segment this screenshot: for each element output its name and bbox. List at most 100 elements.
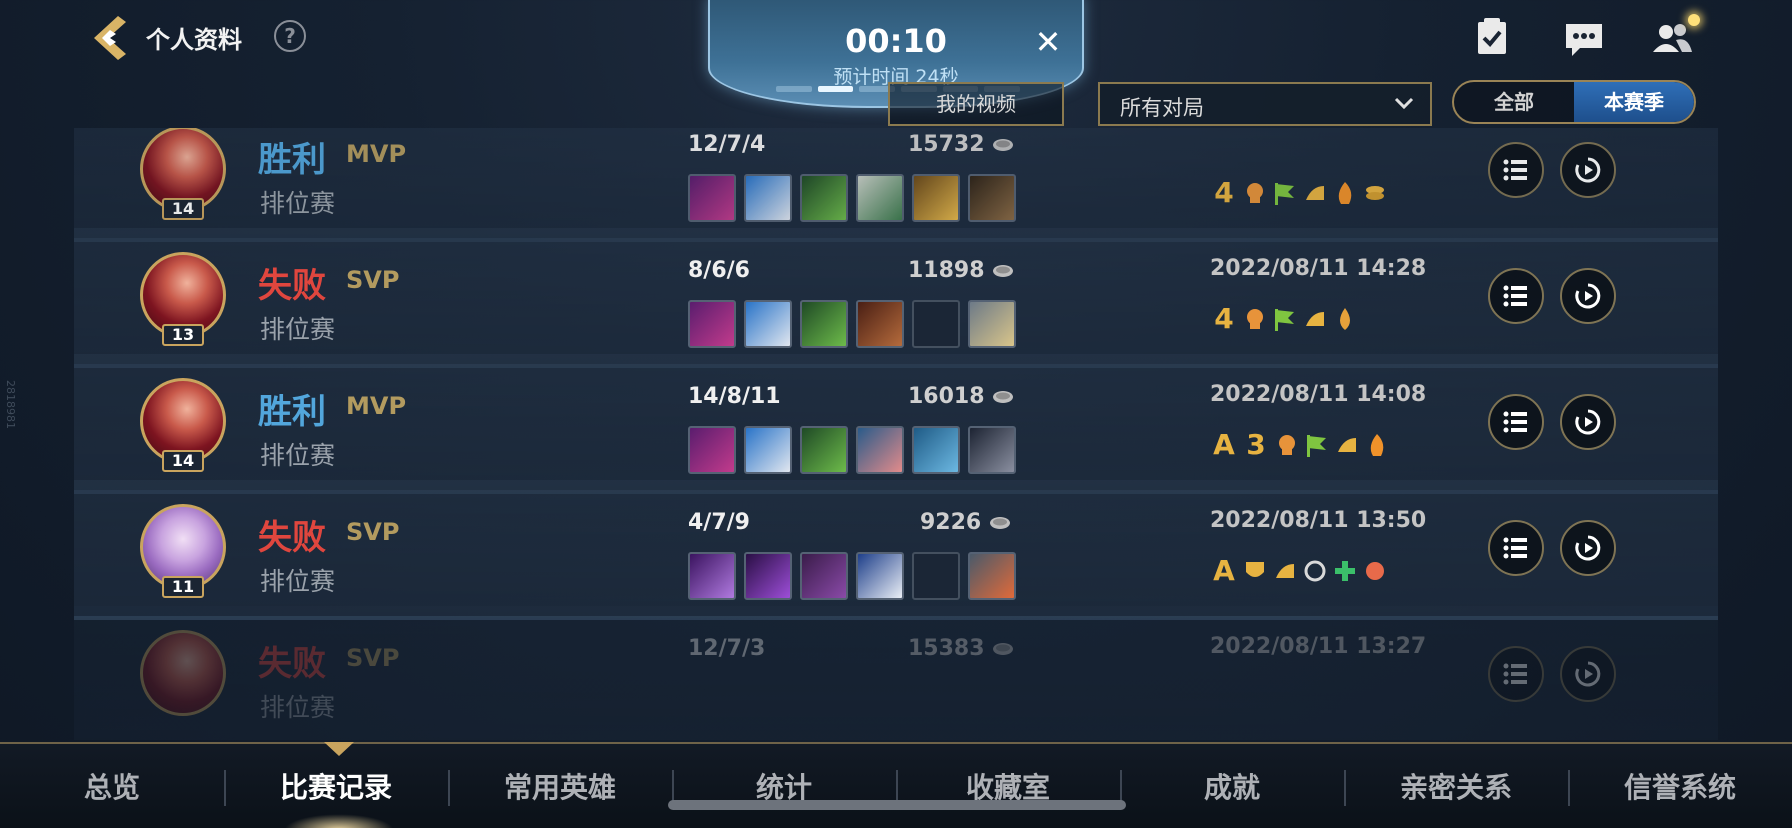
replay-button[interactable] xyxy=(1560,268,1616,324)
cancel-match-button[interactable]: ✕ xyxy=(1030,24,1066,60)
home-indicator[interactable] xyxy=(668,800,1126,810)
match-row[interactable]: 11 失败 SVP 排位赛 4/7/9 9226 2022/08/11 13:50 A xyxy=(74,480,1718,620)
gold-earned: 15732 xyxy=(908,132,1014,157)
match-result: 失败 xyxy=(258,518,326,558)
match-detail-button[interactable] xyxy=(1488,268,1544,324)
match-list: 14 胜利 MVP 排位赛 12/7/4 15732 4 13 失败 SVP 排位赛 8/6/6 11… xyxy=(0,128,1792,740)
replay-button[interactable] xyxy=(1560,520,1616,576)
gold-earned: 15383 xyxy=(908,636,1014,661)
tab-relationships[interactable]: 亲密关系 xyxy=(1356,766,1556,806)
item-purple-icon[interactable] xyxy=(688,426,736,474)
chevron-down-icon xyxy=(1394,97,1414,110)
item-mask-icon[interactable] xyxy=(856,174,904,222)
kda: 12/7/3 xyxy=(688,636,766,661)
item-blue-icon[interactable] xyxy=(744,174,792,222)
replay-button[interactable] xyxy=(1560,646,1616,702)
shoe-icon xyxy=(1276,563,1294,578)
match-type-dropdown[interactable]: 所有对局 xyxy=(1098,82,1432,126)
item-build xyxy=(688,552,1016,600)
item-slot-empty[interactable] xyxy=(912,300,960,348)
match-mode: 排位赛 xyxy=(260,693,336,722)
item-orb-icon[interactable] xyxy=(744,552,792,600)
item-feather-icon[interactable] xyxy=(968,552,1016,600)
item-green-icon[interactable] xyxy=(800,174,848,222)
match-mode: 排位赛 xyxy=(260,441,336,470)
item-gem-icon[interactable] xyxy=(968,426,1016,474)
drop-icon xyxy=(1340,307,1350,330)
notification-dot xyxy=(1688,14,1700,26)
match-mode: 排位赛 xyxy=(260,315,336,344)
friends-icon[interactable] xyxy=(1650,16,1694,60)
help-button[interactable]: ? xyxy=(274,20,306,52)
item-blue-icon[interactable] xyxy=(744,426,792,474)
hero-level-badge: 14 xyxy=(162,450,204,472)
match-row[interactable]: 14 胜利 MVP 排位赛 12/7/4 15732 4 xyxy=(74,128,1718,242)
task-icon[interactable] xyxy=(1470,16,1514,60)
tab-achievements[interactable]: 成就 xyxy=(1132,766,1332,806)
coin-icon xyxy=(993,643,1014,655)
scope-season[interactable]: 本赛季 xyxy=(1574,82,1694,122)
item-book-icon[interactable] xyxy=(856,300,904,348)
flag-icon xyxy=(1307,434,1326,457)
item-armor-icon[interactable] xyxy=(968,300,1016,348)
hero-level-badge: 14 xyxy=(162,198,204,220)
match-detail-button[interactable] xyxy=(1488,142,1544,198)
match-row[interactable]: 14 胜利 MVP 排位赛 14/8/11 16018 2022/08/11 14:08 A… xyxy=(74,354,1718,494)
item-blue-icon[interactable] xyxy=(744,300,792,348)
season-scope-toggle[interactable]: 全部 本赛季 xyxy=(1452,80,1696,124)
item-purple-icon[interactable] xyxy=(688,174,736,222)
chat-icon[interactable] xyxy=(1562,16,1606,60)
skull-icon xyxy=(1247,308,1263,329)
skull-icon xyxy=(1247,182,1263,203)
skull-icon xyxy=(1279,434,1295,455)
mvp-badge: MVP xyxy=(346,140,407,168)
item-boots-icon[interactable] xyxy=(968,174,1016,222)
back-button[interactable] xyxy=(88,12,136,64)
item-staff-icon[interactable] xyxy=(688,552,736,600)
side-watermark: 2818981 xyxy=(4,380,17,429)
active-tab-glow xyxy=(284,814,394,828)
item-purple-icon[interactable] xyxy=(688,300,736,348)
match-detail-button[interactable] xyxy=(1488,394,1544,450)
match-mode: 排位赛 xyxy=(260,567,336,596)
item-mail-icon[interactable] xyxy=(912,426,960,474)
match-date: 2022/08/11 13:27 xyxy=(1210,634,1427,659)
coin-icon xyxy=(993,391,1014,403)
back-arrow-icon xyxy=(94,16,126,60)
list-icon xyxy=(1503,663,1527,685)
fire-icon xyxy=(1338,181,1352,204)
replay-button[interactable] xyxy=(1560,142,1616,198)
match-detail-button[interactable] xyxy=(1488,520,1544,576)
item-build xyxy=(688,426,1016,474)
replay-button[interactable] xyxy=(1560,394,1616,450)
tab-credit-system[interactable]: 信誉系统 xyxy=(1580,766,1780,806)
item-tome-icon[interactable] xyxy=(800,552,848,600)
heal-icon xyxy=(1335,560,1355,581)
kda: 8/6/6 xyxy=(688,258,750,283)
gold-earned: 11898 xyxy=(908,258,1014,283)
tab-overview[interactable]: 总览 xyxy=(12,766,212,806)
tab-match-records[interactable]: 比赛记录 xyxy=(236,766,436,806)
my-video-button[interactable]: 我的视频 xyxy=(888,82,1064,126)
item-build xyxy=(688,174,1016,222)
item-dragon-icon[interactable] xyxy=(856,426,904,474)
honor-A: A xyxy=(1213,554,1235,587)
hero-level-badge: 13 xyxy=(162,324,204,346)
item-gold-icon[interactable] xyxy=(912,174,960,222)
match-row[interactable]: 失败 SVP 排位赛 12/7/3 15383 2022/08/11 13:27 xyxy=(74,606,1718,740)
replay-icon xyxy=(1575,409,1601,435)
tab-common-heroes[interactable]: 常用英雄 xyxy=(460,766,660,806)
match-date: 2022/08/11 14:08 xyxy=(1210,382,1427,407)
match-detail-button[interactable] xyxy=(1488,646,1544,702)
item-green-icon[interactable] xyxy=(800,426,848,474)
item-cape-icon[interactable] xyxy=(856,552,904,600)
item-green-icon[interactable] xyxy=(800,300,848,348)
item-slot-empty[interactable] xyxy=(912,552,960,600)
honor-icons: A3 xyxy=(1210,428,1390,461)
honor-3: 3 xyxy=(1246,428,1266,461)
match-result: 失败 xyxy=(258,266,326,306)
match-row[interactable]: 13 失败 SVP 排位赛 8/6/6 11898 2022/08/11 14:28 4 xyxy=(74,228,1718,368)
kda: 12/7/4 xyxy=(688,132,766,157)
match-date: 2022/08/11 14:28 xyxy=(1210,256,1427,281)
scope-all[interactable]: 全部 xyxy=(1454,82,1574,122)
